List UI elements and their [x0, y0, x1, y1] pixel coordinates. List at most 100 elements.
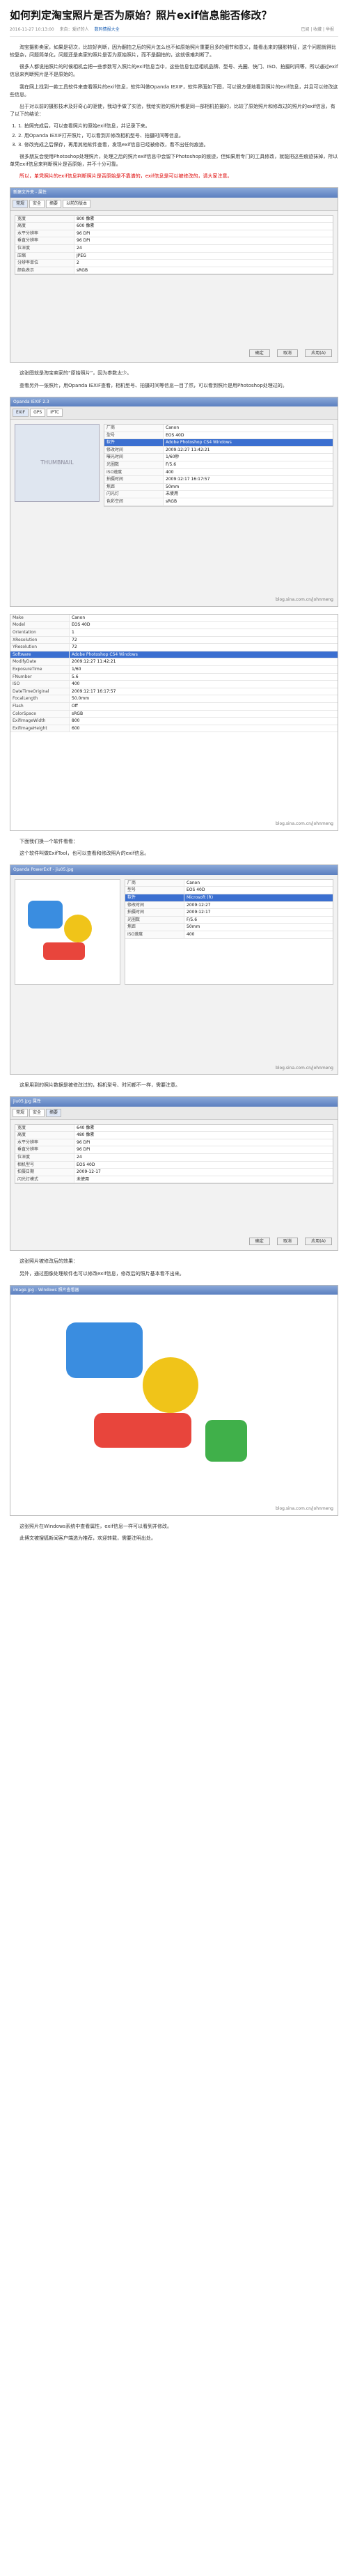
thumbnail-panel: THUMBNAIL — [15, 424, 100, 503]
exif-row: 修改时间 2009:12:27 11:42:21 — [104, 446, 333, 455]
opanda-iexif-screenshot: Opanda IEXIF 2.3 EXIF GPS IPTC THUMBNAIL… — [10, 396, 338, 607]
exif-row: ISO速度 400 — [104, 468, 333, 477]
property-row: 拍摄日期 2009-12-17 — [15, 1169, 333, 1176]
watermark: blog.sina.com.cn/johnmeng — [276, 597, 333, 603]
powerexif-screenshot: Opanda PowerExif - jiu05.jpg 厂商 Canon 型号 E… — [10, 864, 338, 1075]
caption: 此博文被搜狐新闻客户端选为推荐，欢迎转载，需要注明出处。 — [19, 1535, 156, 1541]
article: 如何判定淘宝照片是否为原始？照片exif信息能否修改？ 2016-11-27 1… — [10, 0, 338, 1542]
paragraph: 很多人都说拍照片的时候相机会把一些参数写入照片的exif信息当中，这些信息包括相… — [10, 64, 338, 78]
tag-row: ExifImageWidth 800 — [10, 718, 338, 725]
exif-row: 焦距 50mm — [125, 924, 333, 931]
tab-general[interactable]: 常规 — [13, 1109, 29, 1117]
tag-row-selected[interactable]: Software Adobe Photoshop CS4 Windows — [10, 651, 338, 659]
property-row: 垂直分辨率 96 DPI — [15, 1146, 333, 1154]
list-item: 2. 用Opanda IEXIF打开照片，可以看到并修改相机型号、拍摄时间等信息… — [18, 132, 338, 140]
window-title: 新建文件夹 - 属性 — [10, 188, 338, 198]
property-row: 位深度 24 — [15, 245, 333, 253]
tab-security[interactable]: 安全 — [29, 1109, 45, 1117]
exif-row: 型号 EOS 40D — [125, 887, 333, 894]
warning-note: 所以，单凭照片的exif信息判断照片是否原始是不靠谱的，exif信息是可以被修改… — [19, 173, 232, 180]
tab-summary[interactable]: 摘要 — [46, 1109, 62, 1117]
toy-shape — [43, 942, 85, 960]
tab-summary[interactable]: 摘要 — [46, 200, 62, 208]
exif-row: 拍摄时间 2009:12:17 — [125, 909, 333, 917]
property-row: 分辨率单位 2 — [15, 260, 333, 267]
property-row: 水平分辨率 96 DPI — [15, 1139, 333, 1147]
toy-shape — [205, 1420, 247, 1462]
caption: 这张照片在Windows系统中查看属性，exif信息一样可以看到并修改。 — [19, 1523, 172, 1529]
watermark: blog.sina.com.cn/johnmeng — [276, 1065, 333, 1070]
tag-row: Model EOS 40D — [10, 622, 338, 630]
exif-row: 色彩空间 sRGB — [104, 498, 333, 506]
exif-row: 闪光灯 未使用 — [104, 491, 333, 498]
cancel-button[interactable]: 取消 — [276, 349, 298, 358]
tag-row: ISO 400 — [10, 681, 338, 688]
toy-shape — [143, 1357, 198, 1414]
exif-row: 修改时间 2009:12:27 — [125, 901, 333, 910]
window-title: jiu05.jpg 属性 — [10, 1097, 338, 1107]
caption: 下面我们换一个软件看看： — [19, 838, 78, 844]
article-title: 如何判定淘宝照片是否为原始？照片exif信息能否修改？ — [10, 9, 272, 22]
ok-button[interactable]: 确定 — [248, 349, 270, 358]
paragraph: 淘宝摄影卖家，如果是初次，比较好判断，因为翻拍之后的照片怎么也不如原始照片重要且… — [10, 44, 336, 58]
tag-row: ExposureTime 1/60 — [10, 666, 338, 674]
dialog-tabs: 常规 安全 摘要 — [10, 1107, 338, 1120]
tab-versions[interactable]: 以前的版本 — [63, 200, 91, 208]
caption: 这里用到的照片数据是被修改过的，相机型号、时间都不一样，需要注意。 — [19, 1082, 180, 1089]
photo-preview — [15, 878, 120, 985]
exif-tabs: EXIF GPS IPTC — [10, 406, 338, 420]
property-row: 高度 600 像素 — [15, 223, 333, 230]
exif-tag-list-screenshot: Make Canon Model EOS 40D Orientation 1 XRes… — [10, 613, 338, 831]
apply-button[interactable]: 应用(A) — [305, 349, 332, 358]
exif-row-selected[interactable]: 软件 Microsoft (R) — [125, 894, 333, 902]
ok-button[interactable]: 确定 — [248, 1237, 270, 1246]
paragraph: 很多朋友会使用Photoshop处理照片，处理之后的照片exif信息中会留下Ph… — [10, 153, 338, 168]
exif-row: 曝光时间 1/60秒 — [104, 454, 333, 461]
publish-date: 2016-11-27 10:13:00 — [10, 27, 54, 33]
caption: 另外，通过图像处理软件也可以修改exif信息，修改后的照片基本看不出来。 — [19, 1270, 184, 1277]
watermark: blog.sina.com.cn/johnmeng — [276, 821, 333, 827]
tag-row: FocalLength 50.0mm — [10, 695, 338, 703]
tag-row: XResolution 72 — [10, 636, 338, 645]
exif-row: ISO速度 400 — [125, 931, 333, 939]
tag-row: Flash Off — [10, 702, 338, 711]
source-text: 来自：爱好的人 — [59, 27, 89, 33]
category-link[interactable]: 数码情报大全 — [95, 27, 120, 32]
tag-row: ColorSpace sRGB — [10, 710, 338, 718]
property-row: 高度 480 像素 — [15, 1132, 333, 1139]
property-row: 宽度 800 像素 — [15, 215, 333, 223]
property-row: 压缩 JPEG — [15, 252, 333, 260]
tag-row: ExifImageHeight 600 — [10, 725, 338, 733]
tag-row: ModifyDate 2009:12:27 11:42:21 — [10, 658, 338, 666]
article-meta: 2016-11-27 10:13:00 来自：爱好的人 数码情报大全 已阅 | … — [10, 26, 338, 37]
tab-security[interactable]: 安全 — [29, 200, 45, 208]
property-row: 宽度 640 像素 — [15, 1124, 333, 1132]
cancel-button[interactable]: 取消 — [276, 1237, 298, 1246]
property-row: 位深度 24 — [15, 1153, 333, 1162]
tab-iptc[interactable]: IPTC — [47, 409, 63, 418]
toy-shape — [28, 900, 63, 929]
tag-row: DateTimeOriginal 2009:12:17 16:17:57 — [10, 688, 338, 696]
property-row: 水平分辨率 96 DPI — [15, 230, 333, 238]
photo-viewer-screenshot: image.jpg - Windows 照片查看器 blog.sina.com.… — [10, 1284, 338, 1516]
list-item: 1. 拍照完成后，可以查看照片的原始exif信息，并记录下来。 — [18, 123, 338, 130]
exif-row: 厂商 Canon — [125, 879, 333, 887]
property-row: 闪光灯模式 未使用 — [15, 1176, 333, 1184]
exif-row-selected[interactable]: 软件 Adobe Photoshop CS4 Windows — [104, 439, 333, 447]
tab-exif[interactable]: EXIF — [13, 409, 29, 418]
tab-gps[interactable]: GPS — [30, 409, 46, 418]
toy-shape — [64, 914, 92, 942]
caption: 这张照片被修改后的效果： — [19, 1258, 78, 1265]
exif-row: 焦距 50mm — [104, 483, 333, 491]
tab-general[interactable]: 常规 — [13, 200, 29, 208]
share-links[interactable]: 已阅 | 收藏 | 举报 — [301, 26, 334, 33]
exif-row: 厂商 Canon — [104, 425, 333, 432]
window-title: image.jpg - Windows 照片查看器 — [10, 1285, 338, 1295]
window-title: Opanda IEXIF 2.3 — [10, 397, 338, 407]
apply-button[interactable]: 应用(A) — [305, 1237, 332, 1246]
dialog-tabs: 常规 安全 摘要 以前的版本 — [10, 198, 338, 211]
tag-row: YResolution 72 — [10, 644, 338, 651]
properties-dialog-screenshot: 新建文件夹 - 属性 常规 安全 摘要 以前的版本 宽度 800 像素 高度 600… — [10, 187, 338, 363]
watermark: blog.sina.com.cn/johnmeng — [276, 1506, 333, 1512]
toy-shape — [66, 1322, 143, 1379]
